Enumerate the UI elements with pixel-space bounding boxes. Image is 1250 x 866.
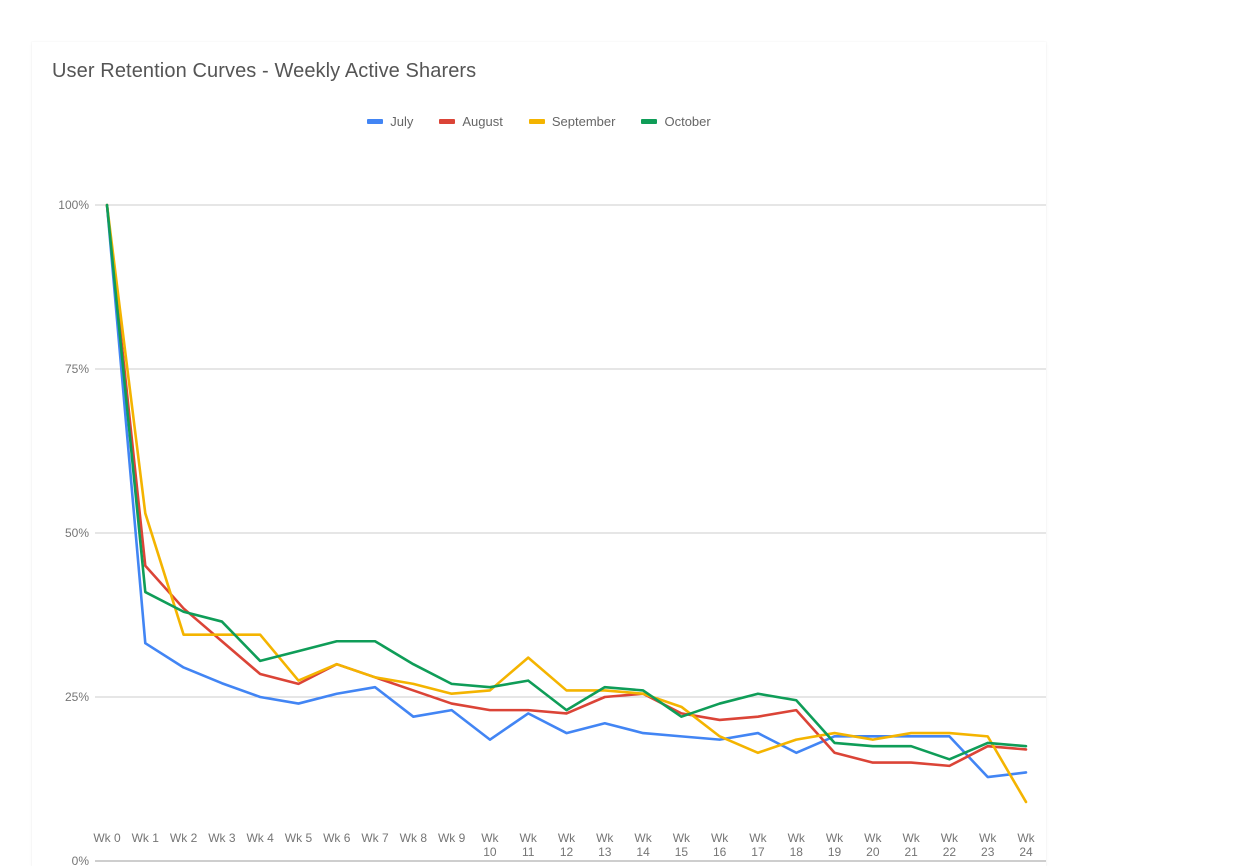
chart-card: User Retention Curves - Weekly Active Sh… xyxy=(32,42,1046,866)
x-tick-line2: 24 xyxy=(1019,845,1033,859)
chart-page: User Retention Curves - Weekly Active Sh… xyxy=(0,0,1250,866)
plot-area: 0% 25% 50% 75% 100% Wk 0 Wk 1 Wk 2 Wk 3 Wk 4 Wk 5… xyxy=(32,42,1046,866)
y-tick-label: 25% xyxy=(64,690,89,704)
y-tick-label: 100% xyxy=(58,198,89,212)
x-tick-line1: Wk xyxy=(1017,831,1035,845)
y-tick-label: 0% xyxy=(71,854,89,866)
series-line-august[interactable] xyxy=(105,203,1028,768)
y-tick-label: 50% xyxy=(64,526,89,540)
series-line-october[interactable] xyxy=(105,203,1028,761)
y-tick-label: 75% xyxy=(64,362,89,376)
plot-svg xyxy=(95,203,1046,862)
x-tick-label: Wk 24 xyxy=(1004,831,1048,859)
series-lines xyxy=(105,203,1028,804)
